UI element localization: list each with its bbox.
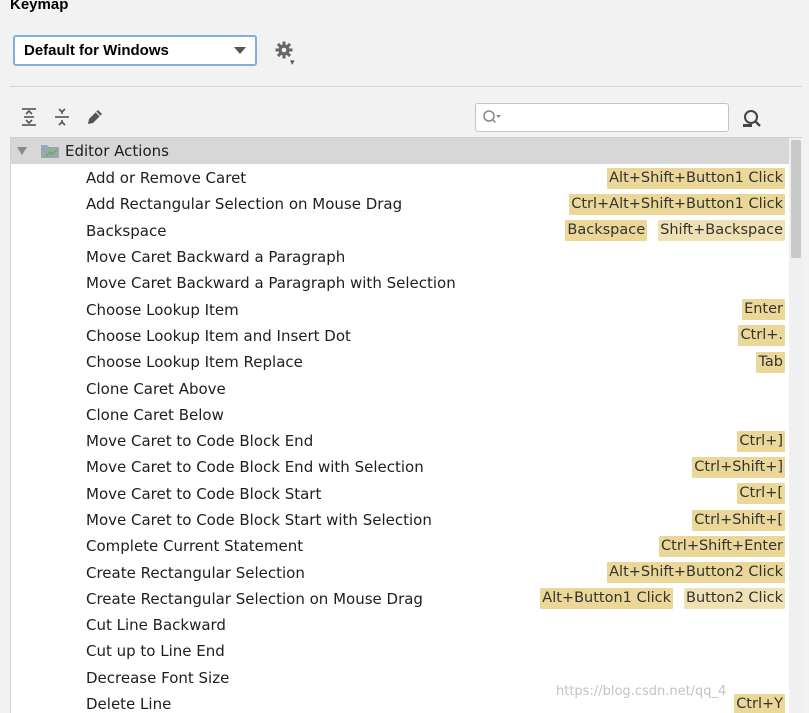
shortcut-badge: Ctrl+Shift+] <box>692 456 785 478</box>
scrollbar-thumb[interactable] <box>791 140 801 258</box>
separator <box>10 86 802 87</box>
find-by-shortcut-glyph <box>743 110 761 127</box>
folder-icon <box>41 145 59 158</box>
shortcut-badge: Ctrl+. <box>738 325 785 347</box>
action-name: Clone Caret Below <box>86 405 224 424</box>
keymap-tree[interactable]: Editor Actions Add or Remove Caret Alt+Sh… <box>10 137 802 713</box>
action-row[interactable]: Backspace Backspace Shift+Backspace <box>11 218 789 244</box>
shortcut-badge: Ctrl+Y <box>734 693 785 713</box>
expand-triangle-icon[interactable] <box>17 147 27 155</box>
action-name: Move Caret to Code Block End <box>86 432 314 451</box>
action-name: Delete Line <box>86 695 172 713</box>
action-name: Complete Current Statement <box>86 537 304 556</box>
search-field[interactable] <box>475 103 729 132</box>
shortcut-badge: Ctrl+[ <box>737 483 785 505</box>
shortcut-badge: Ctrl+Shift+Enter <box>659 535 785 557</box>
scheme-selected-value: Default for Windows <box>24 42 169 59</box>
action-row[interactable]: Cut Line Backward <box>11 612 789 638</box>
shortcut-badge: Ctrl+Shift+[ <box>692 509 785 531</box>
action-list: Add or Remove Caret Alt+Shift+Button1 Cli… <box>11 165 789 713</box>
expand-all-icon[interactable] <box>18 106 40 128</box>
chevron-down-icon <box>234 47 246 54</box>
action-row[interactable]: Move Caret to Code Block End with Select… <box>11 454 789 480</box>
shortcut-badge: Shift+Backspace <box>658 220 785 242</box>
action-row[interactable]: Choose Lookup Item Replace Tab <box>11 349 789 375</box>
find-by-shortcut-icon[interactable] <box>740 107 764 131</box>
action-name: Decrease Font Size <box>86 668 230 687</box>
action-row[interactable]: Add Rectangular Selection on Mouse Drag C… <box>11 191 789 217</box>
collapse-all-glyph <box>55 108 69 126</box>
shortcut-badge: Tab <box>756 351 785 373</box>
action-name: Cut Line Backward <box>86 616 226 635</box>
shortcut-badge: Ctrl+] <box>737 430 785 452</box>
shortcut-badge: Alt+Shift+Button1 Click <box>607 167 785 189</box>
action-name: Cut up to Line End <box>86 642 225 661</box>
action-row[interactable]: Choose Lookup Item and Insert Dot Ctrl+. <box>11 323 789 349</box>
action-name: Move Caret to Code Block Start <box>86 484 322 503</box>
tree-group-label: Editor Actions <box>65 142 169 160</box>
tree-group-editor-actions[interactable]: Editor Actions <box>11 138 789 164</box>
dropdown-indicator-icon: ▾ <box>290 58 295 68</box>
action-name: Backspace <box>86 221 167 240</box>
action-row[interactable]: Create Rectangular Selection on Mouse Dr… <box>11 586 789 612</box>
action-name: Choose Lookup Item Replace <box>86 353 303 372</box>
shortcut-badge: Ctrl+Alt+Shift+Button1 Click <box>569 193 785 215</box>
action-row[interactable]: Move Caret to Code Block Start with Sele… <box>11 507 789 533</box>
action-name: Move Caret Backward a Paragraph with Sel… <box>86 274 456 293</box>
action-row[interactable]: Move Caret Backward a Paragraph <box>11 244 789 270</box>
action-row[interactable]: Add or Remove Caret Alt+Shift+Button1 Cli… <box>11 165 789 191</box>
pencil-glyph <box>88 110 102 124</box>
shortcut-badge: Alt+Shift+Button2 Click <box>607 562 785 584</box>
action-row[interactable]: Create Rectangular Selection Alt+Shift+Bu… <box>11 559 789 585</box>
shortcut-list: Ctrl+[ <box>737 483 785 505</box>
shortcut-badge: Enter <box>742 299 785 321</box>
collapse-all-icon[interactable] <box>51 106 73 128</box>
shortcut-list: Backspace Shift+Backspace <box>565 220 785 242</box>
action-name: Create Rectangular Selection <box>86 563 305 582</box>
shortcut-list: Ctrl+Y <box>734 693 785 713</box>
action-name: Add or Remove Caret <box>86 169 247 188</box>
action-name: Choose Lookup Item <box>86 300 239 319</box>
action-row[interactable]: Move Caret to Code Block Start Ctrl+[ <box>11 481 789 507</box>
shortcut-list: Alt+Shift+Button2 Click <box>607 562 785 584</box>
shortcut-badge: Button2 Click <box>684 588 785 610</box>
action-row[interactable]: Cut up to Line End <box>11 638 789 664</box>
action-name: Clone Caret Above <box>86 379 226 398</box>
action-row[interactable]: Move Caret to Code Block End Ctrl+] <box>11 428 789 454</box>
watermark: https://blog.csdn.net/qq_4 <box>556 684 727 699</box>
action-name: Move Caret Backward a Paragraph <box>86 248 346 267</box>
action-row[interactable]: Complete Current Statement Ctrl+Shift+Ent… <box>11 533 789 559</box>
action-row[interactable]: Clone Caret Below <box>11 402 789 428</box>
shortcut-list: Ctrl+] <box>737 430 785 452</box>
shortcut-list: Ctrl+. <box>738 325 785 347</box>
action-name: Create Rectangular Selection on Mouse Dr… <box>86 589 423 608</box>
page-title: Keymap <box>10 0 69 13</box>
shortcut-badge: Backspace <box>565 220 648 242</box>
shortcut-list: Tab <box>756 351 785 373</box>
search-input[interactable] <box>502 105 728 130</box>
shortcut-list: Alt+Button1 Click Button2 Click <box>540 588 785 610</box>
action-row[interactable]: Choose Lookup Item Enter <box>11 296 789 322</box>
search-icon <box>483 109 501 123</box>
shortcut-list: Ctrl+Shift+[ <box>692 509 785 531</box>
action-name: Move Caret to Code Block Start with Sele… <box>86 511 432 529</box>
gear-icon[interactable]: ▾ <box>274 40 300 68</box>
shortcut-list: Alt+Shift+Button1 Click <box>607 167 785 189</box>
expand-all-glyph <box>22 108 36 126</box>
shortcut-list: Enter <box>742 299 785 321</box>
keymap-scheme-select[interactable]: Default for Windows <box>13 35 257 66</box>
shortcut-list: Ctrl+Shift+] <box>692 456 785 478</box>
action-name: Add Rectangular Selection on Mouse Drag <box>86 195 403 214</box>
action-name: Move Caret to Code Block End with Select… <box>86 458 424 477</box>
action-name: Choose Lookup Item and Insert Dot <box>86 326 351 345</box>
shortcut-list: Ctrl+Shift+Enter <box>659 535 785 557</box>
action-row[interactable]: Clone Caret Above <box>11 375 789 401</box>
action-row[interactable]: Move Caret Backward a Paragraph with Sel… <box>11 270 789 296</box>
shortcut-list: Ctrl+Alt+Shift+Button1 Click <box>569 193 785 215</box>
edit-icon[interactable] <box>84 106 106 128</box>
shortcut-badge: Alt+Button1 Click <box>540 588 674 610</box>
